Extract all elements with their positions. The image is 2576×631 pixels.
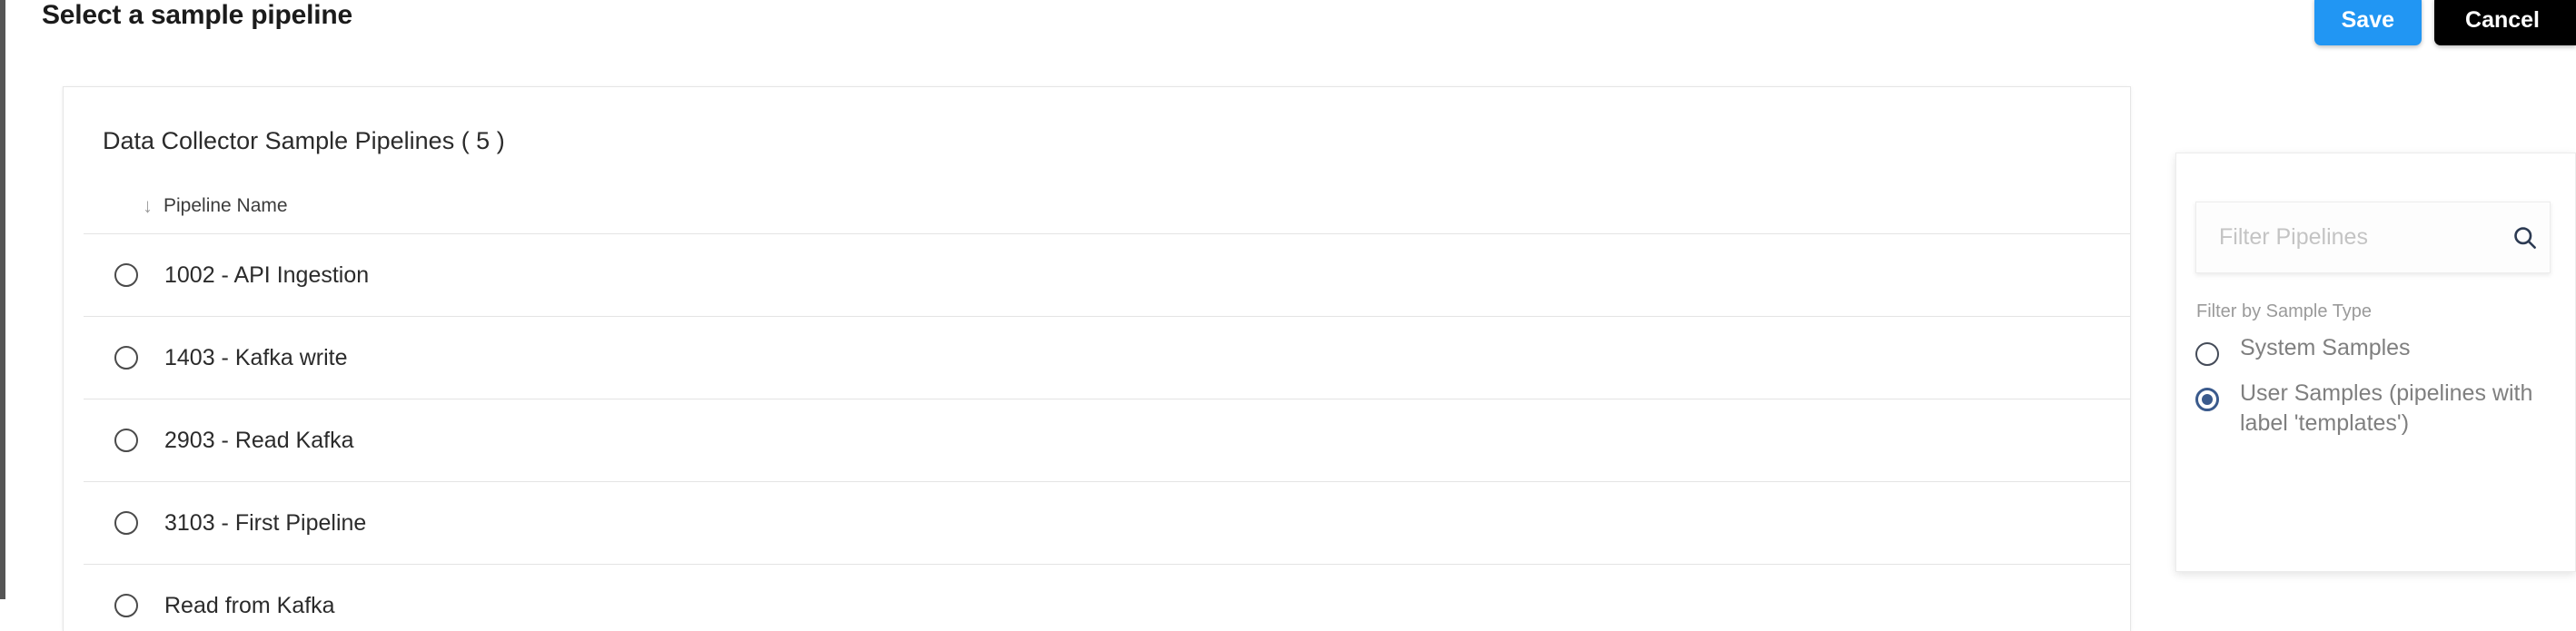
table-row[interactable]: Read from Kafka (84, 564, 2130, 631)
filter-panel: Filter by Sample Type System Samples Use… (2175, 153, 2576, 572)
sample-type-radio-group: System Samples User Samples (pipelines w… (2195, 333, 2559, 451)
radio-option-user-samples[interactable]: User Samples (pipelines with label 'temp… (2195, 379, 2559, 439)
table-row[interactable]: 1403 - Kafka write (84, 316, 2130, 399)
search-input[interactable] (2219, 224, 2512, 251)
radio-unselected-icon[interactable] (2195, 342, 2219, 366)
row-radio-icon[interactable] (114, 263, 138, 287)
table-row[interactable]: 3103 - First Pipeline (84, 481, 2130, 564)
radio-dot (2202, 394, 2213, 405)
radio-label: User Samples (pipelines with label 'temp… (2240, 380, 2533, 436)
row-label: 3103 - First Pipeline (164, 509, 367, 536)
save-button[interactable]: Save (2313, 0, 2422, 45)
row-radio-icon[interactable] (114, 594, 138, 617)
filter-search-box[interactable] (2195, 202, 2551, 273)
row-radio-icon[interactable] (114, 511, 138, 535)
radio-option-system-samples[interactable]: System Samples (2195, 333, 2559, 366)
row-label: 1002 - API Ingestion (164, 261, 370, 288)
table-row[interactable]: 2903 - Read Kafka (84, 399, 2130, 481)
column-header-pipeline-name[interactable]: Pipeline Name (163, 195, 288, 217)
table-row[interactable]: 1002 - API Ingestion (84, 233, 2130, 316)
cancel-button[interactable]: Cancel (2434, 0, 2576, 45)
window-edge (0, 0, 5, 599)
radio-selected-icon[interactable] (2195, 388, 2219, 411)
table-header: ↓ Pipeline Name (64, 178, 2130, 233)
filter-section-label: Filter by Sample Type (2196, 301, 2373, 321)
row-label: Read from Kafka (164, 592, 335, 618)
radio-label: System Samples (2240, 335, 2411, 360)
page-header: Select a sample pipeline Save Cancel (0, 0, 2576, 51)
row-label: 1403 - Kafka write (164, 344, 348, 370)
card-title: Data Collector Sample Pipelines ( 5 ) (103, 127, 505, 154)
sort-descending-icon[interactable]: ↓ (143, 195, 153, 216)
search-icon[interactable] (2512, 224, 2539, 251)
page-title: Select a sample pipeline (42, 0, 353, 30)
pipeline-list-card: Data Collector Sample Pipelines ( 5 ) ↓ … (63, 86, 2131, 631)
row-label: 2903 - Read Kafka (164, 427, 354, 453)
header-actions: Save Cancel (2313, 0, 2576, 45)
row-radio-icon[interactable] (114, 429, 138, 452)
row-radio-icon[interactable] (114, 346, 138, 370)
pipeline-rows: 1002 - API Ingestion 1403 - Kafka write … (64, 233, 2130, 631)
